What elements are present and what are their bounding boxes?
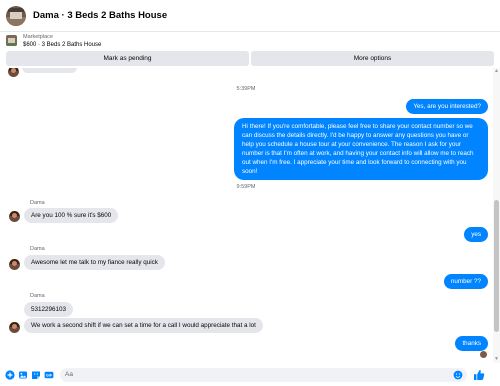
scroll-up-arrow-icon[interactable]: ▲ [494,69,499,74]
listing-kicker: Marketplace [23,33,53,40]
scroll-down-arrow-icon[interactable]: ▼ [494,357,499,362]
message-bubble-incoming: Awesome let me talk to my fiance really … [24,255,165,270]
contact-mini-avatar [9,259,20,270]
listing-text: Marketplace $600 · 3 Beds 2 Baths House [23,33,101,49]
contact-mini-avatar [9,211,20,222]
timestamp: 5:39PM [236,86,256,92]
message-bubble-incoming: 5312296103 [24,302,74,317]
message-input[interactable] [65,371,445,378]
plus-circle-icon[interactable] [5,369,15,380]
sender-name: Dama [30,200,45,206]
svg-text:GIF: GIF [46,373,53,377]
marketplace-listing[interactable]: Marketplace $600 · 3 Beds 2 Baths House [0,32,500,49]
contact-mini-avatar [8,68,19,77]
listing-thumbnail [6,35,17,46]
message-bubble-incoming: We work a second shift if we can set a t… [24,318,263,333]
message-thread[interactable]: 5:39PM Yes, are you interested? Hi there… [0,68,492,363]
listing-actions: Mark as pending More options [6,51,494,66]
photo-icon[interactable] [18,370,28,380]
thread-scrollbar[interactable]: ▲ ▼ [493,68,500,363]
message-bubble-outgoing: thanks [455,336,488,351]
sender-name: Dama [30,246,45,252]
contact-avatar[interactable] [6,5,26,26]
emoji-icon[interactable] [453,370,463,380]
listing-title: $600 · 3 Beds 2 Baths House [23,41,102,48]
message-composer: GIF [0,363,500,386]
message-bubble-outgoing: number ?? [443,274,488,289]
sender-name: Dama [30,293,45,299]
gif-icon[interactable]: GIF [44,370,54,380]
message-bubble-outgoing: Hi there! If you're comfortable, please … [234,118,488,180]
message-bubble-outgoing: yes [464,227,488,242]
message-bubble-incoming: Are you 100 % sure it's $600 [24,208,119,223]
message-input-wrapper [60,367,467,382]
more-options-button[interactable]: More options [251,51,494,66]
contact-mini-avatar [9,322,20,333]
chat-header: Dama · 3 Beds 2 Baths House [0,0,500,32]
like-thumb-icon[interactable] [473,369,485,381]
timestamp: 9:59PM [236,184,256,190]
message-bubble-outgoing: Yes, are you interested? [406,99,488,114]
message-bubble-clipped [22,68,77,73]
read-receipt-avatar [480,351,487,358]
mark-as-pending-button[interactable]: Mark as pending [6,51,249,66]
scrollbar-thumb[interactable] [494,200,499,332]
chat-title[interactable]: Dama · 3 Beds 2 Baths House [33,10,167,21]
sticker-icon[interactable] [31,370,41,380]
